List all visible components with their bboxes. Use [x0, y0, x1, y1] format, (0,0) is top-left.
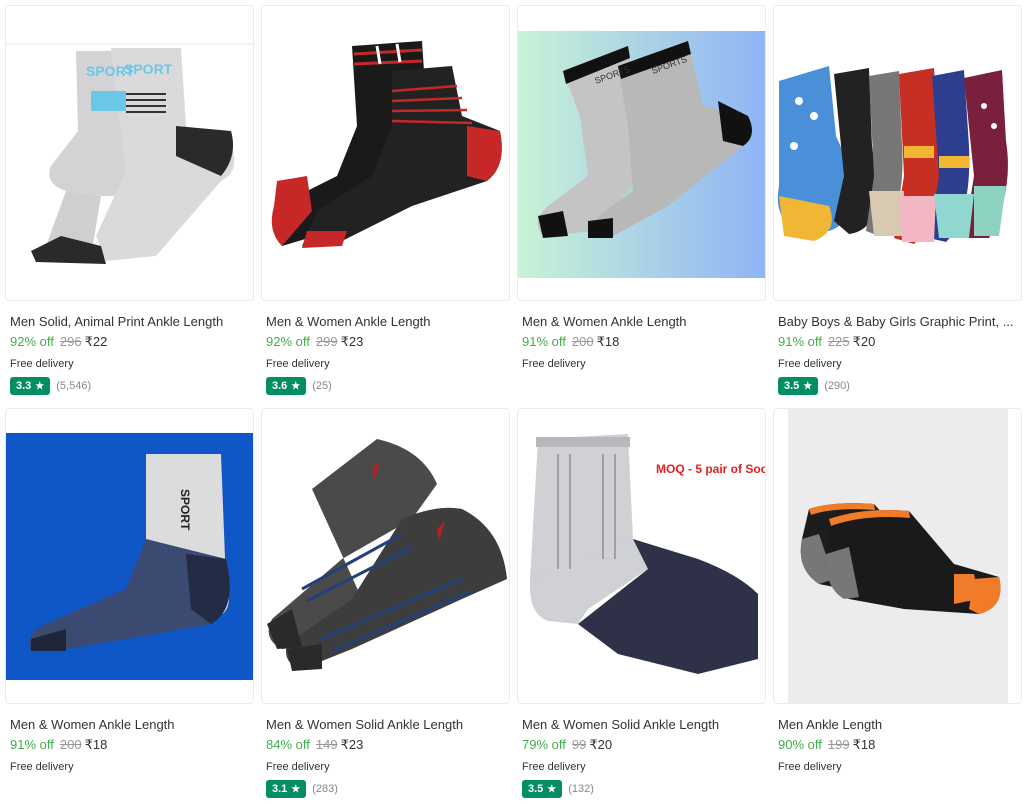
rating-badge: 3.5 ★ — [522, 780, 563, 798]
rating-value: 3.6 — [272, 380, 288, 392]
sock-print-text: SPORT — [124, 61, 173, 77]
rating-count: (25) — [312, 380, 332, 392]
delivery-label: Free delivery — [522, 761, 586, 773]
discount-label: 84% off — [266, 737, 310, 752]
price-row: 92% off 299 ₹23 — [266, 334, 510, 350]
delivery-label: Free delivery — [266, 761, 330, 773]
price-row: 91% off 200 ₹18 — [522, 334, 766, 350]
rating-badge: 3.1 ★ — [266, 780, 307, 798]
price-row: 90% off 199 ₹18 — [778, 737, 1022, 753]
selling-price: ₹18 — [852, 737, 876, 752]
product-card[interactable]: SPORTS SPORTS Men & Women Ankle Length 9… — [517, 5, 766, 370]
product-title[interactable]: Men & Women Ankle Length — [10, 717, 252, 732]
star-icon: ★ — [547, 783, 557, 795]
original-price: 200 — [571, 334, 594, 349]
star-icon: ★ — [291, 783, 301, 795]
product-card[interactable]: Baby Boys & Baby Girls Graphic Print, ..… — [773, 5, 1022, 396]
product-card[interactable]: SPORT SPORT Men Solid, Animal Print Ankl… — [5, 5, 254, 396]
selling-price: ₹18 — [84, 737, 108, 752]
selling-price: ₹23 — [340, 334, 364, 349]
delivery-label: Free delivery — [266, 358, 330, 370]
selling-price: ₹20 — [589, 737, 613, 752]
delivery-label: Free delivery — [778, 761, 842, 773]
sock-print-text: SPORT — [178, 489, 192, 531]
selling-price: ₹20 — [852, 334, 876, 349]
rating-count: (283) — [312, 783, 338, 795]
star-icon: ★ — [803, 380, 813, 392]
rating-value: 3.5 — [528, 783, 544, 795]
discount-label: 91% off — [522, 334, 566, 349]
price-row: 91% off 200 ₹18 — [10, 737, 254, 753]
rating-value: 3.1 — [272, 783, 288, 795]
rating-row: 3.5 ★ (290) — [778, 376, 1022, 396]
product-grid: SPORT SPORT Men Solid, Animal Print Ankl… — [0, 0, 1029, 804]
product-card[interactable]: MOQ - 5 pair of Socks Men & Women Solid … — [517, 408, 766, 799]
star-icon: ★ — [291, 380, 301, 392]
original-price: 99 — [571, 737, 587, 752]
rating-badge: 3.3 ★ — [10, 377, 51, 395]
rating-row: 3.1 ★ (283) — [266, 779, 510, 799]
rating-row: 3.5 ★ (132) — [522, 779, 766, 799]
discount-label: 92% off — [266, 334, 310, 349]
rating-value: 3.3 — [16, 380, 32, 392]
selling-price: ₹18 — [596, 334, 620, 349]
product-image[interactable]: MOQ - 5 pair of Socks — [517, 408, 766, 704]
discount-label: 91% off — [10, 737, 54, 752]
discount-label: 79% off — [522, 737, 566, 752]
product-image[interactable] — [261, 408, 510, 704]
price-row: 91% off 225 ₹20 — [778, 334, 1022, 350]
product-image[interactable] — [773, 5, 1022, 301]
original-price: 199 — [827, 737, 850, 752]
delivery-label: Free delivery — [778, 358, 842, 370]
product-card[interactable]: Men & Women Ankle Length 92% off 299 ₹23 F… — [261, 5, 510, 396]
product-image[interactable] — [261, 5, 510, 301]
price-row: 92% off 296 ₹22 — [10, 334, 254, 350]
discount-label: 90% off — [778, 737, 822, 752]
rating-row: 3.3 ★ (5,546) — [10, 376, 254, 396]
discount-label: 91% off — [778, 334, 822, 349]
selling-price: ₹23 — [340, 737, 364, 752]
selling-price: ₹22 — [84, 334, 108, 349]
original-price: 299 — [315, 334, 338, 349]
product-title[interactable]: Men & Women Solid Ankle Length — [522, 717, 764, 732]
product-card[interactable]: Men Ankle Length 90% off 199 ₹18 Free deli… — [773, 408, 1022, 773]
product-image[interactable]: SPORT — [5, 408, 254, 704]
product-card[interactable]: Men & Women Solid Ankle Length 84% off 14… — [261, 408, 510, 799]
original-price: 149 — [315, 737, 338, 752]
star-icon: ★ — [35, 380, 45, 392]
delivery-label: Free delivery — [10, 358, 74, 370]
delivery-label: Free delivery — [522, 358, 586, 370]
price-row: 79% off 99 ₹20 — [522, 737, 766, 753]
rating-row: 3.6 ★ (25) — [266, 376, 510, 396]
product-title[interactable]: Men & Women Ankle Length — [266, 314, 508, 329]
product-title[interactable]: Men & Women Solid Ankle Length — [266, 717, 508, 732]
original-price: 200 — [59, 737, 82, 752]
sock-print-text: MOQ - 5 pair of Socks — [656, 462, 765, 476]
product-image[interactable]: SPORTS SPORTS — [517, 5, 766, 301]
product-image[interactable] — [773, 408, 1022, 704]
product-title[interactable]: Baby Boys & Baby Girls Graphic Print, ..… — [778, 314, 1020, 329]
original-price: 296 — [59, 334, 82, 349]
product-card[interactable]: SPORT Men & Women Ankle Length 91% off 20… — [5, 408, 254, 773]
price-row: 84% off 149 ₹23 — [266, 737, 510, 753]
product-image[interactable]: SPORT SPORT — [5, 5, 254, 301]
rating-badge: 3.5 ★ — [778, 377, 819, 395]
rating-badge: 3.6 ★ — [266, 377, 307, 395]
discount-label: 92% off — [10, 334, 54, 349]
product-title[interactable]: Men Ankle Length — [778, 717, 1020, 732]
delivery-label: Free delivery — [10, 761, 74, 773]
rating-count: (290) — [824, 380, 850, 392]
original-price: 225 — [827, 334, 850, 349]
rating-count: (132) — [568, 783, 594, 795]
rating-value: 3.5 — [784, 380, 800, 392]
product-title[interactable]: Men Solid, Animal Print Ankle Length — [10, 314, 252, 329]
rating-count: (5,546) — [56, 380, 92, 392]
product-title[interactable]: Men & Women Ankle Length — [522, 314, 764, 329]
